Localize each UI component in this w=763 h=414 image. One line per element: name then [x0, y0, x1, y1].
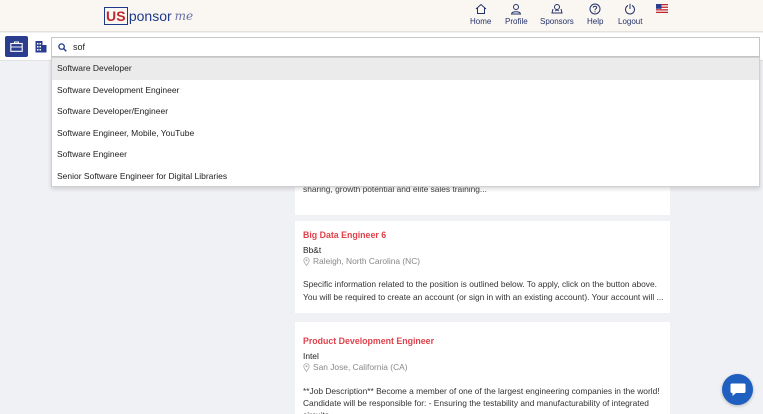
- suggestion-item[interactable]: Software Engineer, Mobile, YouTube: [52, 123, 759, 145]
- usponsorme-logo[interactable]: US ponsor me: [104, 6, 193, 26]
- user-icon: [511, 4, 522, 15]
- job-card[interactable]: Big Data Engineer 6 Bb&t Raleigh, North …: [295, 221, 670, 313]
- job-card[interactable]: Product Development Engineer Intel San J…: [295, 322, 670, 414]
- job-location: Raleigh, North Carolina (NC): [303, 256, 420, 266]
- briefcase-icon: [10, 41, 23, 52]
- chat-button[interactable]: [722, 374, 753, 405]
- search-input-value: sof: [73, 42, 86, 52]
- job-description-line: Specific information related to the posi…: [303, 279, 657, 289]
- logo-us: US: [104, 7, 128, 25]
- location-pin-icon: [303, 362, 310, 372]
- job-title-link[interactable]: Big Data Engineer 6: [303, 230, 386, 240]
- job-description-line: circuits: [303, 410, 329, 414]
- sponsors-icon: [551, 4, 563, 14]
- job-location-text: San Jose, California (CA): [313, 362, 408, 372]
- location-pin-icon: [303, 256, 310, 266]
- suggestion-item[interactable]: Software Developer: [52, 58, 759, 80]
- nav-profile-label: Profile: [505, 17, 528, 26]
- job-location-text: Raleigh, North Carolina (NC): [313, 256, 421, 266]
- suggestion-item[interactable]: Software Engineer: [52, 144, 759, 166]
- job-company: Bb&t: [303, 245, 322, 255]
- nav-help[interactable]: Help: [587, 3, 603, 26]
- logout-icon: [625, 3, 636, 15]
- search-input[interactable]: sof: [51, 37, 760, 57]
- job-company: Intel: [303, 351, 319, 361]
- suggestion-item[interactable]: Software Development Engineer: [52, 80, 759, 102]
- nav-home[interactable]: Home: [470, 3, 491, 26]
- top-navbar: US ponsor me Home Profile Sponsors Help …: [0, 0, 763, 32]
- suggestion-item[interactable]: Senior Software Engineer for Digital Lib…: [52, 166, 759, 188]
- job-description-line: Candidate will be responsible for: - Ens…: [303, 398, 649, 408]
- logo-me: me: [174, 9, 194, 23]
- job-title-link[interactable]: Product Development Engineer: [303, 336, 434, 346]
- job-location: San Jose, California (CA): [303, 362, 408, 372]
- nav-home-label: Home: [470, 17, 492, 26]
- building-icon: [35, 40, 47, 52]
- help-icon: [589, 3, 601, 15]
- companies-view-button[interactable]: [34, 38, 48, 54]
- nav-sponsors[interactable]: Sponsors: [540, 3, 574, 26]
- job-description-line: You will be required to create an accoun…: [303, 292, 664, 302]
- nav-logout-label: Logout: [618, 17, 643, 26]
- us-flag-icon[interactable]: [656, 4, 668, 13]
- search-icon: [58, 42, 67, 52]
- nav-help-label: Help: [587, 17, 604, 26]
- suggestion-item[interactable]: Software Developer/Engineer: [52, 101, 759, 123]
- job-description-line: **Job Description** Become a member of o…: [303, 386, 660, 396]
- nav-profile[interactable]: Profile: [505, 3, 528, 26]
- search-suggestions-dropdown: Software Developer Software Development …: [51, 57, 760, 187]
- home-icon: [475, 3, 487, 14]
- logo-ponsor: ponsor: [128, 8, 172, 24]
- nav-sponsors-label: Sponsors: [540, 17, 574, 26]
- jobs-view-button[interactable]: [5, 36, 28, 57]
- chat-bubble-icon: [730, 383, 745, 396]
- nav-logout[interactable]: Logout: [618, 3, 642, 26]
